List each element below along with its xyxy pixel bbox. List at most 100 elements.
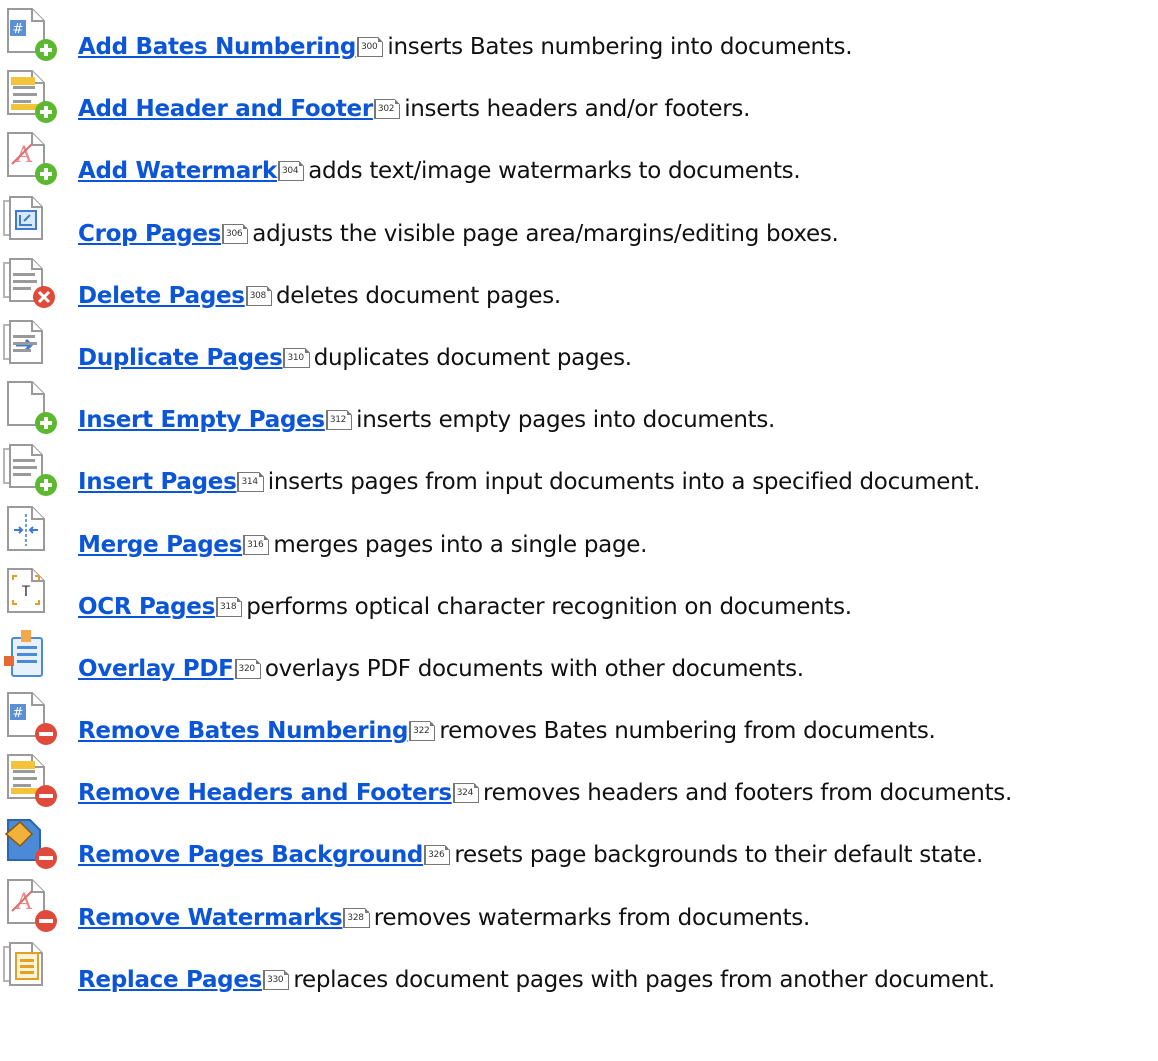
page-reference-icon[interactable]: 324 — [452, 783, 480, 804]
item-line: Overlay PDF 320 overlays PDF documents wit… — [78, 653, 804, 685]
list-item: # Remove Bates Numbering 322 removes Bates … — [0, 684, 1158, 746]
header-footer-remove-icon — [7, 754, 57, 808]
item-description: removes headers and footers from documen… — [483, 780, 1012, 807]
page-reference-icon[interactable]: 300 — [357, 37, 384, 57]
item-line: OCR Pages 318 performs optical character r… — [78, 591, 852, 623]
item-description: merges pages into a single page. — [273, 531, 648, 558]
item-line: Delete Pages 308 deletes document pages. — [78, 280, 561, 312]
page-reference-icon[interactable]: 314 — [237, 472, 265, 493]
overlay-pdf-icon — [4, 629, 43, 677]
item-line: Remove Bates Numbering 322 removes Bates n… — [78, 715, 936, 747]
feature-list: # Add Bates Numbering 300 inserts Bates num… — [0, 0, 1158, 995]
feature-link[interactable]: Remove Headers and Footers — [78, 780, 452, 806]
item-line: Duplicate Pages 310 duplicates document pa… — [78, 342, 632, 374]
item-line: Insert Empty Pages 312 inserts empty pages… — [78, 404, 775, 436]
ocr-pages-icon: T — [7, 567, 45, 613]
delete-pages-icon — [3, 257, 55, 308]
item-description: replaces document pages with pages from … — [293, 966, 995, 993]
feature-link[interactable]: Duplicate Pages — [78, 345, 283, 371]
list-item: Delete Pages 308 deletes document pages. — [0, 249, 1158, 311]
feature-link[interactable]: Overlay PDF — [78, 656, 234, 682]
list-item: Remove Pages Background 326 resets page ba… — [0, 808, 1158, 870]
item-line: Remove Watermarks 328 removes watermarks f… — [78, 902, 810, 934]
item-description: adjusts the visible page area/margins/ed… — [252, 220, 839, 247]
item-line: Insert Pages 314 inserts pages from input … — [78, 466, 980, 498]
page-reference-icon[interactable]: 308 — [245, 285, 273, 306]
feature-link[interactable]: Crop Pages — [78, 221, 221, 247]
page-reference-icon[interactable]: 320 — [234, 658, 262, 679]
item-description: overlays PDF documents with other docume… — [264, 655, 804, 682]
item-description: inserts empty pages into documents. — [356, 407, 776, 434]
item-line: Remove Pages Background 326 resets page ba… — [78, 839, 983, 871]
item-line: Merge Pages 316 merges pages into a single… — [78, 529, 647, 561]
feature-link[interactable]: Replace Pages — [78, 967, 262, 993]
insert-pages-icon — [3, 444, 57, 497]
item-description: performs optical character recognition o… — [246, 593, 852, 620]
header-footer-add-icon — [7, 70, 57, 124]
feature-link[interactable]: Remove Bates Numbering — [78, 718, 408, 744]
list-item: Overlay PDF 320 overlays PDF documents wit… — [0, 622, 1158, 684]
duplicate-pages-icon — [3, 319, 43, 364]
page-reference-icon[interactable]: 304 — [277, 161, 305, 182]
feature-link[interactable]: Add Bates Numbering — [78, 34, 356, 60]
merge-pages-icon — [7, 505, 45, 551]
item-line: Add Bates Numbering 300 inserts Bates numb… — [78, 31, 853, 63]
page-reference-icon[interactable]: 318 — [215, 596, 243, 617]
item-description: inserts headers and/or footers. — [404, 96, 751, 123]
insert-empty-pages-icon — [7, 381, 57, 435]
list-item: T OCR Pages 318 performs optical character … — [0, 560, 1158, 622]
feature-link[interactable]: Add Watermark — [78, 158, 277, 184]
page-reference-icon[interactable]: 306 — [222, 223, 249, 244]
feature-link[interactable]: Delete Pages — [78, 283, 245, 309]
page-reference-icon[interactable]: 310 — [283, 347, 311, 368]
bates-add-icon: # — [7, 8, 57, 61]
feature-link[interactable]: Add Header and Footer — [78, 96, 373, 122]
list-item: A Add Watermark 304 adds text/image waterma… — [0, 124, 1158, 186]
watermark-remove-icon: A — [7, 878, 57, 932]
list-item: Add Header and Footer 302 inserts headers … — [0, 62, 1158, 124]
list-item: Insert Pages 314 inserts pages from input … — [0, 435, 1158, 497]
bates-remove-icon: # — [7, 692, 57, 746]
feature-link[interactable]: Remove Pages Background — [78, 842, 423, 868]
page-reference-icon[interactable]: 302 — [373, 99, 401, 120]
list-item: A Remove Watermarks 328 removes watermarks … — [0, 871, 1158, 933]
item-description: inserts pages from input documents into … — [267, 469, 981, 496]
feature-link[interactable]: Remove Watermarks — [78, 905, 343, 931]
item-description: removes watermarks from documents. — [373, 904, 811, 931]
item-description: inserts Bates numbering into documents. — [387, 34, 853, 60]
list-item: Insert Empty Pages 312 inserts empty pages… — [0, 373, 1158, 435]
list-item: Remove Headers and Footers 324 removes hea… — [0, 746, 1158, 808]
svg-text:T: T — [22, 584, 31, 600]
item-line: Add Header and Footer 302 inserts headers … — [78, 93, 750, 125]
watermark-add-icon: A — [7, 132, 57, 186]
list-item: Replace Pages 330 replaces document pages … — [0, 933, 1158, 995]
item-line: Remove Headers and Footers 324 removes hea… — [78, 777, 1012, 809]
list-item: Merge Pages 316 merges pages into a single… — [0, 498, 1158, 560]
svg-text:#: # — [13, 706, 24, 721]
item-line: Add Watermark 304 adds text/image watermar… — [78, 155, 801, 187]
replace-pages-icon — [3, 941, 43, 986]
feature-link[interactable]: Merge Pages — [78, 532, 242, 558]
page-reference-icon[interactable]: 330 — [263, 969, 290, 990]
feature-link[interactable]: Insert Pages — [78, 469, 237, 495]
item-description: duplicates document pages. — [313, 344, 632, 371]
item-line: Replace Pages 330 replaces document pages … — [78, 964, 995, 996]
crop-pages-icon — [3, 195, 43, 240]
page-reference-icon[interactable]: 326 — [424, 845, 451, 866]
item-description: adds text/image watermarks to documents. — [308, 158, 801, 185]
page-reference-icon[interactable]: 322 — [409, 721, 436, 742]
list-item: Duplicate Pages 310 duplicates document pa… — [0, 311, 1158, 373]
item-description: deletes document pages. — [275, 282, 561, 309]
item-description: resets page backgrounds to their default… — [454, 842, 984, 869]
page-reference-icon[interactable]: 312 — [325, 410, 353, 431]
list-item: Crop Pages 306 adjusts the visible page ar… — [0, 187, 1158, 249]
item-description: removes Bates numbering from documents. — [439, 718, 936, 745]
item-line: Crop Pages 306 adjusts the visible page ar… — [78, 218, 839, 250]
feature-link[interactable]: Insert Empty Pages — [78, 407, 325, 433]
background-remove-icon — [4, 819, 57, 870]
feature-link[interactable]: OCR Pages — [78, 594, 215, 620]
list-item: # Add Bates Numbering 300 inserts Bates num… — [0, 0, 1158, 62]
page-reference-icon[interactable]: 316 — [243, 534, 270, 555]
page-reference-icon[interactable]: 328 — [343, 907, 370, 928]
svg-text:#: # — [13, 22, 24, 37]
